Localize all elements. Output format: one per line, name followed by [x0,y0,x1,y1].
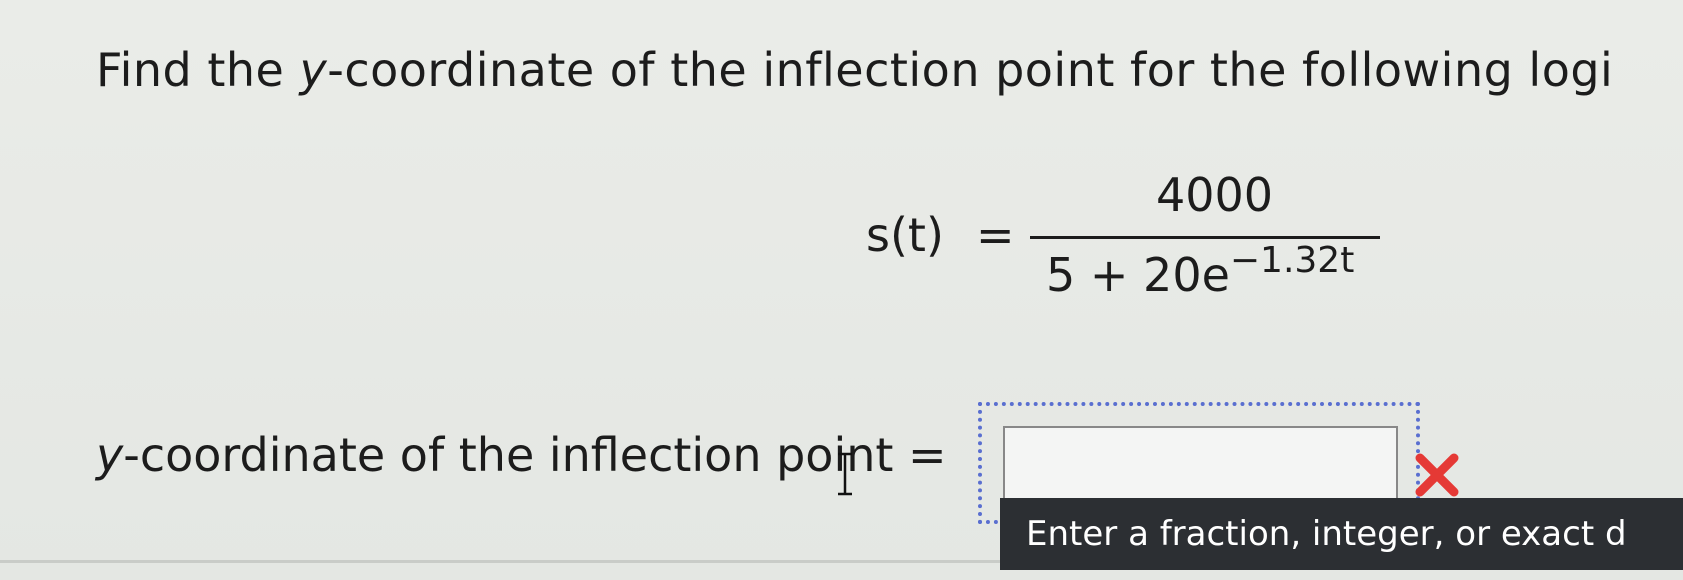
fraction-bar [1030,236,1380,239]
question-suffix: -coordinate of the inflection point for … [327,43,1614,97]
problem-page: Find the y-coordinate of the inflection … [0,0,1683,580]
answer-label: y-coordinate of the inflection point = [96,428,947,482]
incorrect-x-icon [1415,453,1459,497]
text-cursor-icon [838,452,852,496]
answer-label-text: -coordinate of the inflection point = [123,428,947,482]
answer-input[interactable] [1003,426,1398,508]
equation-lhs: s(t) [866,208,944,262]
denominator-base: 5 + 20e [1046,248,1230,302]
tooltip-text: Enter a fraction, integer, or exact d [1026,514,1627,554]
question-variable: y [299,43,328,97]
answer-label-variable: y [96,428,124,482]
equation-equals: = [976,208,1015,262]
equation-numerator: 4000 [1156,168,1274,222]
input-hint-tooltip: Enter a fraction, integer, or exact d [1000,498,1683,570]
divider [0,560,1000,563]
question-prompt: Find the y-coordinate of the inflection … [96,40,1613,100]
equation-denominator: 5 + 20e−1.32t [1046,240,1354,302]
question-prefix: Find the [96,43,300,97]
denominator-exponent: −1.32t [1229,240,1355,281]
